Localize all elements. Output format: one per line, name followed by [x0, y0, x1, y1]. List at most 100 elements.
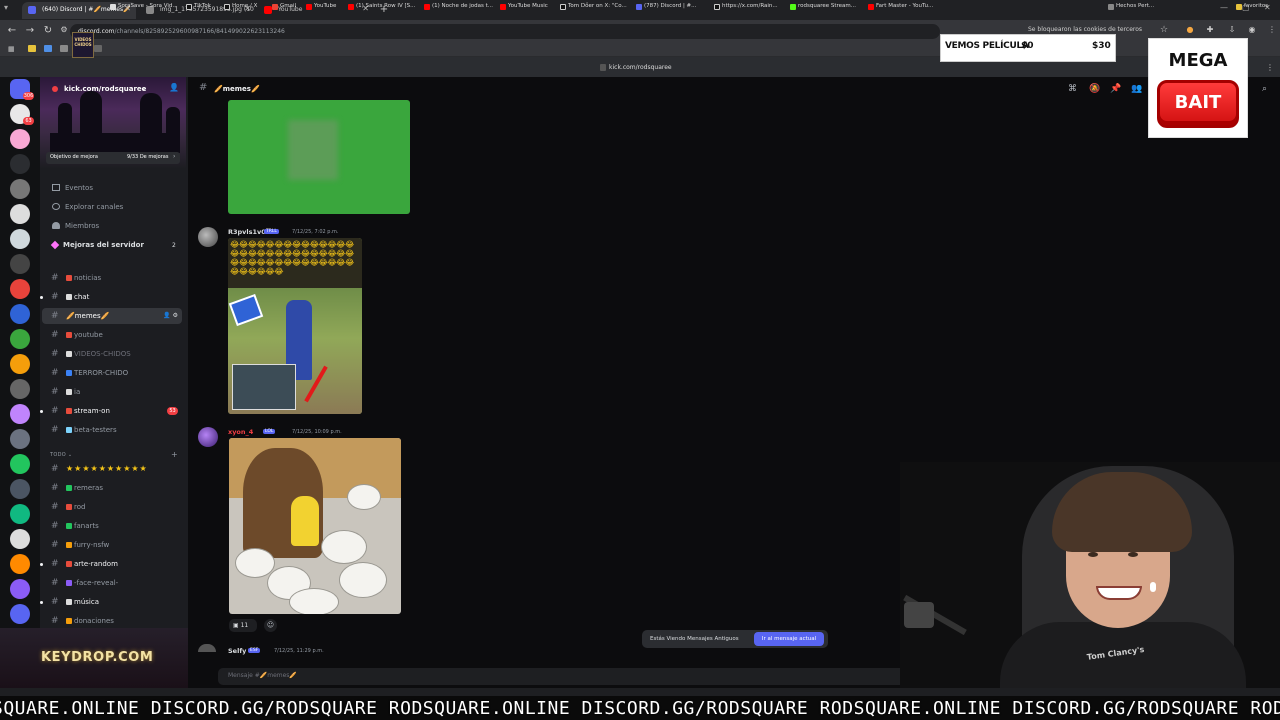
- channel-item[interactable]: # ★★★★★★★★★★: [42, 461, 182, 477]
- avatar[interactable]: [198, 227, 218, 247]
- bookmark-item[interactable]: Home / X: [224, 3, 257, 10]
- server-icon[interactable]: [10, 454, 30, 474]
- avatar[interactable]: [198, 644, 216, 652]
- bookmark-item[interactable]: favoritos: [1236, 3, 1268, 10]
- jump-to-present-button[interactable]: Ir al mensaje actual: [754, 632, 824, 646]
- bookmark-item[interactable]: YouTube Music: [500, 3, 548, 10]
- channel-item[interactable]: # TERROR-CHIDO: [42, 365, 182, 381]
- bookmark-item[interactable]: Tom Dőer on X: "Co...: [560, 3, 627, 10]
- channel-item[interactable]: # beta-testers: [42, 422, 182, 438]
- star-icon[interactable]: ☆: [1158, 25, 1170, 35]
- channel-item[interactable]: # youtube: [42, 327, 182, 343]
- members-list-icon[interactable]: 👥: [1131, 84, 1142, 94]
- kick-url[interactable]: kick.com/rodsquaree: [600, 64, 672, 71]
- message-author[interactable]: Selfy: [228, 647, 246, 655]
- nav-eventos[interactable]: Eventos: [52, 184, 93, 192]
- server-icon[interactable]: [10, 579, 30, 599]
- channel-settings-icon[interactable]: 👤 ⚙: [163, 308, 178, 324]
- server-icon[interactable]: [10, 254, 30, 274]
- channel-item[interactable]: # VIDEOS-CHIDOS: [42, 346, 182, 362]
- meme-image-attachment[interactable]: [229, 438, 401, 614]
- server-icon[interactable]: [10, 304, 30, 324]
- nav-explorar[interactable]: Explorar canales: [52, 203, 123, 211]
- server-icon[interactable]: [10, 354, 30, 374]
- server-icon[interactable]: [10, 154, 30, 174]
- channel-item[interactable]: # -face-reveal-: [42, 575, 182, 591]
- channel-item[interactable]: # ia: [42, 384, 182, 400]
- server-icon[interactable]: [10, 229, 30, 249]
- channel-item[interactable]: # música: [40, 594, 182, 610]
- bookmark-item[interactable]: https://x.com/Rain...: [714, 3, 778, 10]
- add-reaction-icon[interactable]: ☺: [264, 619, 277, 632]
- pin-icon[interactable]: 📌: [1110, 84, 1121, 94]
- channel-item[interactable]: # remeras: [42, 480, 182, 496]
- channel-item[interactable]: # fanarts: [42, 518, 182, 534]
- downloads-icon[interactable]: ⇩: [1226, 25, 1238, 34]
- server-icon[interactable]: [10, 429, 30, 449]
- nav-miembros[interactable]: Miembros: [52, 222, 99, 230]
- category-label[interactable]: TODO ⌄: [50, 452, 72, 458]
- avatar[interactable]: [198, 427, 218, 447]
- server-icon[interactable]: [10, 604, 30, 624]
- menu-icon[interactable]: ⋮: [1266, 25, 1278, 34]
- extension-icon[interactable]: ●: [1184, 25, 1196, 34]
- bookmark-item[interactable]: (1) Saints Row IV [S...: [348, 3, 415, 10]
- nav-mejoras[interactable]: Mejoras del servidor: [50, 240, 144, 250]
- threads-icon[interactable]: ⌘: [1068, 84, 1077, 94]
- folder-icon[interactable]: [28, 45, 36, 52]
- profile-icon[interactable]: ◉: [1246, 25, 1258, 34]
- server-icon[interactable]: [10, 404, 30, 424]
- site-info-icon[interactable]: ⚙: [58, 25, 70, 34]
- channel-item[interactable]: # stream-on 53: [40, 403, 182, 419]
- server-icon[interactable]: [10, 479, 30, 499]
- reaction-button[interactable]: ▣ 11: [229, 619, 257, 632]
- channel-item[interactable]: # rod: [42, 499, 182, 515]
- server-name[interactable]: kick.com/rodsquaree: [64, 85, 146, 93]
- chevron-right-icon[interactable]: ›: [173, 153, 175, 160]
- channel-item[interactable]: # furry-nsfw: [42, 537, 182, 553]
- channel-item[interactable]: # arte-random: [40, 556, 182, 572]
- channel-item[interactable]: # noticias: [42, 270, 182, 286]
- server-icon[interactable]: [10, 279, 30, 299]
- search-icon[interactable]: ⌕: [1262, 84, 1267, 94]
- bookmark-item[interactable]: SoraSave - Sora Vid...: [110, 3, 178, 10]
- server-icon[interactable]: [10, 329, 30, 349]
- server-icon[interactable]: [10, 504, 30, 524]
- channel-item[interactable]: # 🥖memes🥖 👤 ⚙: [42, 308, 182, 324]
- bookmark-item[interactable]: Fart Master - YouTu...: [868, 3, 933, 10]
- bookmark-icon[interactable]: [60, 45, 68, 52]
- add-member-icon[interactable]: 👤: [169, 83, 179, 92]
- server-icon[interactable]: [10, 529, 30, 549]
- bookmark-item[interactable]: (1) Noche de jodas t...: [424, 3, 493, 10]
- server-icon[interactable]: [10, 179, 30, 199]
- minimize-icon[interactable]: —: [1220, 3, 1228, 12]
- back-icon[interactable]: ←: [6, 25, 18, 36]
- apps-icon[interactable]: ▦: [8, 45, 15, 53]
- message-author[interactable]: R3pvls1v0: [228, 228, 266, 236]
- server-icon[interactable]: [10, 204, 30, 224]
- server-icon[interactable]: [10, 554, 30, 574]
- puzzle-icon[interactable]: ✚: [1204, 25, 1216, 34]
- bookmark-item[interactable]: TikTok: [186, 3, 211, 10]
- server-icon[interactable]: [10, 379, 30, 399]
- channel-item[interactable]: # chat: [40, 289, 182, 305]
- bookmark-icon[interactable]: [44, 45, 52, 52]
- menu-icon[interactable]: ⋮: [1266, 63, 1274, 72]
- mute-bell-icon[interactable]: 🔕: [1089, 84, 1100, 94]
- message-author[interactable]: xyon_4: [228, 428, 253, 436]
- url-input[interactable]: discord.com/channels/825892529600987166/…: [70, 24, 940, 39]
- channel-item[interactable]: # donaciones: [42, 613, 182, 629]
- tab-menu-icon[interactable]: ▾: [4, 3, 8, 12]
- bookmark-item[interactable]: (787) Discord | #...: [636, 3, 696, 10]
- bookmark-item[interactable]: Hechos Pert...: [1108, 3, 1154, 10]
- forward-icon[interactable]: →: [24, 25, 36, 36]
- chevron-down-icon[interactable]: ⌄: [141, 84, 147, 92]
- bookmark-item[interactable]: rodsquaree Stream...: [790, 3, 856, 10]
- server-icon[interactable]: [10, 129, 30, 149]
- bookmark-item[interactable]: YouTube: [306, 3, 336, 10]
- meme-image-attachment[interactable]: 😂😂😂😂😂😂😂😂😂😂😂😂😂😂😂😂😂😂😂😂😂😂😂😂😂😂😂😂😂😂😂😂😂😂😂😂😂😂😂😂…: [228, 238, 362, 414]
- third-party-cookie-notice[interactable]: Se bloquearon las cookies de terceros: [1028, 26, 1142, 33]
- bookmark-item[interactable]: Gmail: [272, 3, 296, 10]
- bookmark-icon[interactable]: [94, 45, 102, 52]
- reload-icon[interactable]: ↻: [42, 25, 54, 36]
